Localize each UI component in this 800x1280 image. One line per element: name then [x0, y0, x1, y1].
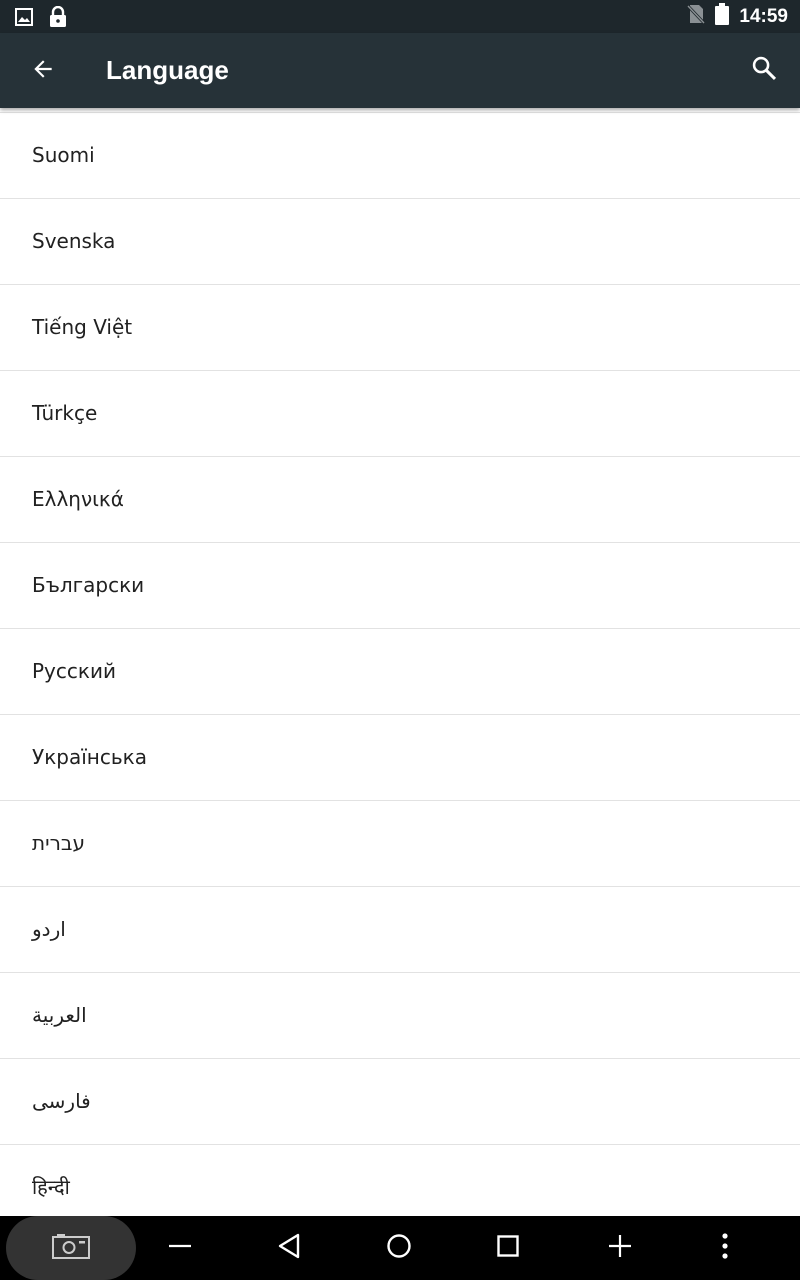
language-item[interactable]: Русский — [0, 629, 800, 715]
language-item-label: Türkçe — [32, 401, 98, 425]
language-item-label: Suomi — [32, 143, 95, 167]
language-item-label: Svenska — [32, 229, 116, 253]
language-item[interactable]: فارسی — [0, 1059, 800, 1145]
nav-home-button[interactable] — [372, 1216, 426, 1280]
more-vert-icon — [720, 1232, 730, 1265]
nav-back-button[interactable] — [263, 1216, 317, 1280]
language-item-label: עברית — [32, 831, 85, 855]
status-time: 14:59 — [739, 5, 788, 27]
recents-square-icon — [495, 1233, 521, 1264]
search-icon — [750, 54, 778, 87]
app-bar: Language — [0, 33, 800, 108]
arrow-back-icon — [30, 56, 56, 87]
language-item[interactable]: Українська — [0, 715, 800, 801]
language-item-label: Русский — [32, 659, 116, 683]
no-sim-icon — [687, 4, 706, 29]
home-circle-icon — [385, 1232, 413, 1265]
screenshot-button[interactable] — [6, 1216, 136, 1280]
language-item[interactable]: اردو — [0, 887, 800, 973]
screenshot-icon — [51, 1232, 91, 1265]
image-icon — [14, 7, 34, 32]
language-item[interactable]: Suomi — [0, 113, 800, 199]
language-item-label: Українська — [32, 745, 147, 769]
search-button[interactable] — [742, 48, 786, 92]
status-bar-right: 14:59 — [687, 0, 788, 33]
language-item[interactable]: Svenska — [0, 199, 800, 285]
volume-down-icon — [167, 1233, 193, 1264]
volume-up-button[interactable] — [593, 1216, 647, 1280]
language-item[interactable]: Türkçe — [0, 371, 800, 457]
back-triangle-icon — [276, 1232, 304, 1265]
language-item[interactable]: Ελληνικά — [0, 457, 800, 543]
language-list-container[interactable]: Suomi Svenska Tiếng Việt Türkçe Ελληνικά Бълг… — [0, 108, 800, 1216]
language-list: Suomi Svenska Tiếng Việt Türkçe Ελληνικά Бълг… — [0, 113, 800, 1216]
language-item-label: فارسی — [32, 1089, 91, 1113]
navigation-bar — [0, 1216, 800, 1280]
back-button[interactable] — [22, 50, 64, 92]
language-item[interactable]: Български — [0, 543, 800, 629]
language-item-label: Ελληνικά — [32, 487, 124, 511]
language-item-label: Tiếng Việt — [32, 315, 133, 339]
language-item[interactable]: עברית — [0, 801, 800, 887]
language-item-label: اردو — [32, 917, 66, 941]
battery-icon — [715, 3, 730, 30]
status-bar: 14:59 — [0, 0, 800, 33]
more-options-button[interactable] — [702, 1216, 748, 1280]
page-title: Language — [106, 55, 229, 85]
language-item-label: العربية — [32, 1003, 87, 1027]
nav-recents-button[interactable] — [481, 1216, 535, 1280]
language-item-label: हिन्दी — [32, 1175, 70, 1199]
volume-down-button[interactable] — [155, 1216, 205, 1280]
language-item[interactable]: Tiếng Việt — [0, 285, 800, 371]
language-item[interactable]: हिन्दी — [0, 1145, 800, 1216]
lock-icon — [48, 5, 68, 33]
language-item-label: Български — [32, 573, 145, 597]
volume-up-icon — [607, 1233, 633, 1264]
language-settings-screen: 14:59 Language Suomi Svenska Tiếng Việt … — [0, 0, 800, 1280]
language-item[interactable]: العربية — [0, 973, 800, 1059]
status-bar-left — [14, 5, 68, 33]
